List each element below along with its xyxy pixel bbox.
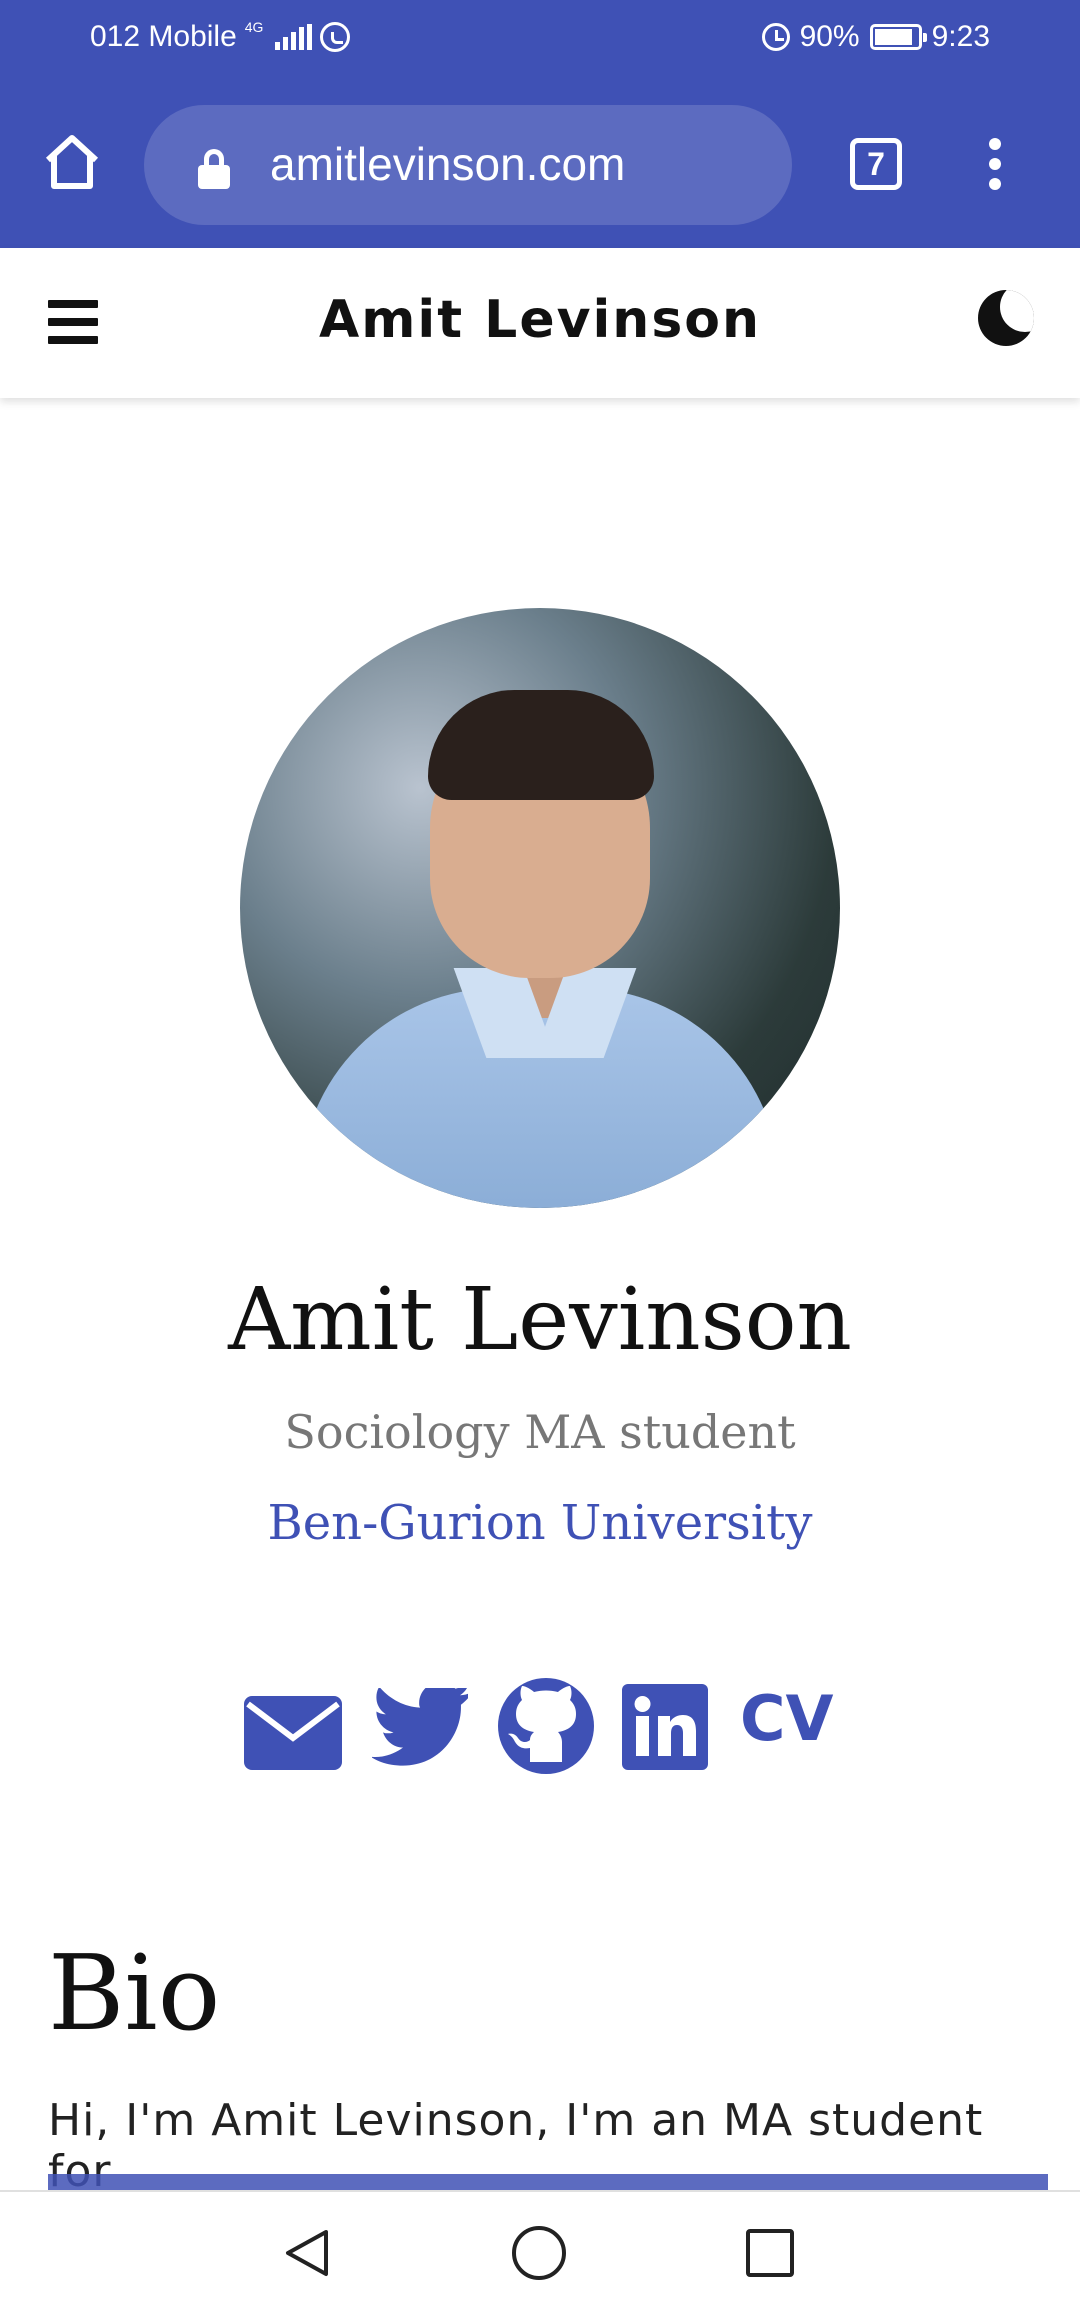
social-links: CV bbox=[240, 1674, 840, 1784]
network-type: 4G bbox=[244, 19, 264, 35]
envelope-icon[interactable] bbox=[244, 1696, 342, 1770]
home-nav-icon[interactable] bbox=[512, 2226, 566, 2280]
profile-role: Sociology MA student bbox=[284, 1405, 796, 1459]
whatsapp-icon bbox=[320, 22, 351, 52]
profile-organization-link[interactable]: Ben-Gurion University bbox=[0, 1495, 1080, 1551]
address-bar[interactable]: amitlevinson.com bbox=[144, 105, 792, 225]
system-navigation-bar bbox=[0, 2190, 1080, 2314]
clock: 9:23 bbox=[931, 20, 990, 53]
status-bar: 012 Mobile 4G 90% 9:23 bbox=[0, 0, 1080, 80]
back-icon[interactable] bbox=[280, 2226, 334, 2280]
cv-link[interactable]: CV bbox=[740, 1682, 833, 1755]
tab-switcher-button[interactable]: 7 bbox=[850, 138, 902, 190]
url-text: amitlevinson.com bbox=[270, 138, 626, 190]
home-icon[interactable] bbox=[40, 130, 104, 194]
battery-icon bbox=[869, 24, 927, 50]
linkedin-icon[interactable] bbox=[622, 1684, 708, 1770]
carrier-label: 012 Mobile bbox=[90, 20, 237, 53]
more-options-icon[interactable] bbox=[980, 138, 1010, 198]
lock-icon bbox=[198, 149, 230, 189]
site-header: Amit Levinson bbox=[0, 248, 1080, 398]
avatar bbox=[240, 608, 840, 1208]
profile-name: Amit Levinson bbox=[228, 1270, 852, 1370]
alarm-icon bbox=[761, 23, 790, 51]
github-icon[interactable] bbox=[498, 1678, 594, 1774]
battery-percent: 90% bbox=[799, 20, 860, 53]
site-title[interactable]: Amit Levinson bbox=[0, 290, 1080, 350]
recent-apps-icon[interactable] bbox=[746, 2229, 794, 2277]
signal-icon bbox=[275, 24, 313, 50]
twitter-icon[interactable] bbox=[372, 1688, 468, 1768]
bio-link-partial[interactable] bbox=[48, 2168, 1048, 2190]
browser-toolbar: amitlevinson.com 7 bbox=[0, 80, 1080, 248]
dark-mode-toggle-icon[interactable] bbox=[978, 290, 1034, 346]
bio-heading: Bio bbox=[48, 1932, 221, 2054]
